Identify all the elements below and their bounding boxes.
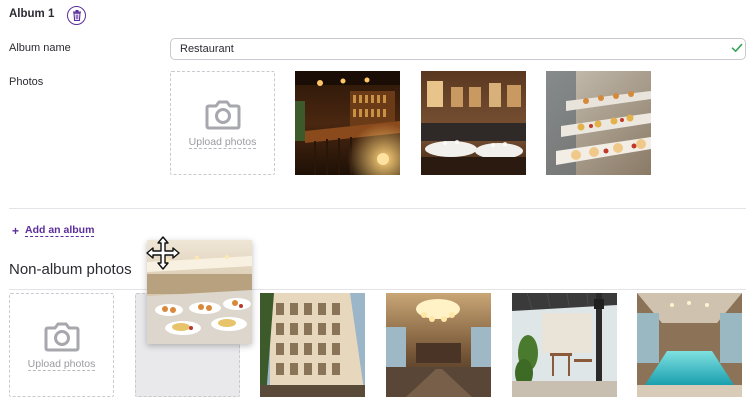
check-icon bbox=[731, 43, 743, 52]
section-divider bbox=[9, 208, 746, 209]
trash-icon bbox=[72, 10, 81, 21]
move-cursor-icon bbox=[146, 236, 180, 270]
album-name-input[interactable] bbox=[170, 38, 746, 60]
restaurant-dining-photo[interactable] bbox=[421, 71, 526, 175]
delete-album-button[interactable] bbox=[67, 6, 86, 25]
upload-photos-label: Upload photos bbox=[188, 135, 257, 149]
camera-icon bbox=[44, 322, 79, 351]
photos-label: Photos bbox=[9, 76, 44, 88]
camera-icon bbox=[205, 100, 240, 129]
album-name-label: Album name bbox=[9, 42, 71, 54]
restaurant-bar-photo[interactable] bbox=[295, 71, 400, 175]
hotel-lobby-photo[interactable] bbox=[386, 293, 491, 397]
indoor-pool-photo[interactable] bbox=[637, 293, 742, 397]
add-album-label: Add an album bbox=[25, 224, 95, 237]
non-album-divider bbox=[9, 289, 746, 290]
non-album-upload-photos-button[interactable]: Upload photos bbox=[9, 293, 114, 397]
terrace-photo[interactable] bbox=[512, 293, 617, 397]
add-album-button[interactable]: + Add an album bbox=[12, 223, 95, 238]
hotel-building-photo[interactable] bbox=[260, 293, 365, 397]
plus-icon: + bbox=[12, 223, 20, 238]
upload-photos-label: Upload photos bbox=[27, 357, 96, 371]
album-title: Album 1 bbox=[9, 8, 55, 20]
album-upload-photos-button[interactable]: Upload photos bbox=[170, 71, 275, 175]
dessert-buffet-photo[interactable] bbox=[546, 71, 651, 175]
non-album-photos-title: Non-album photos bbox=[9, 261, 132, 278]
